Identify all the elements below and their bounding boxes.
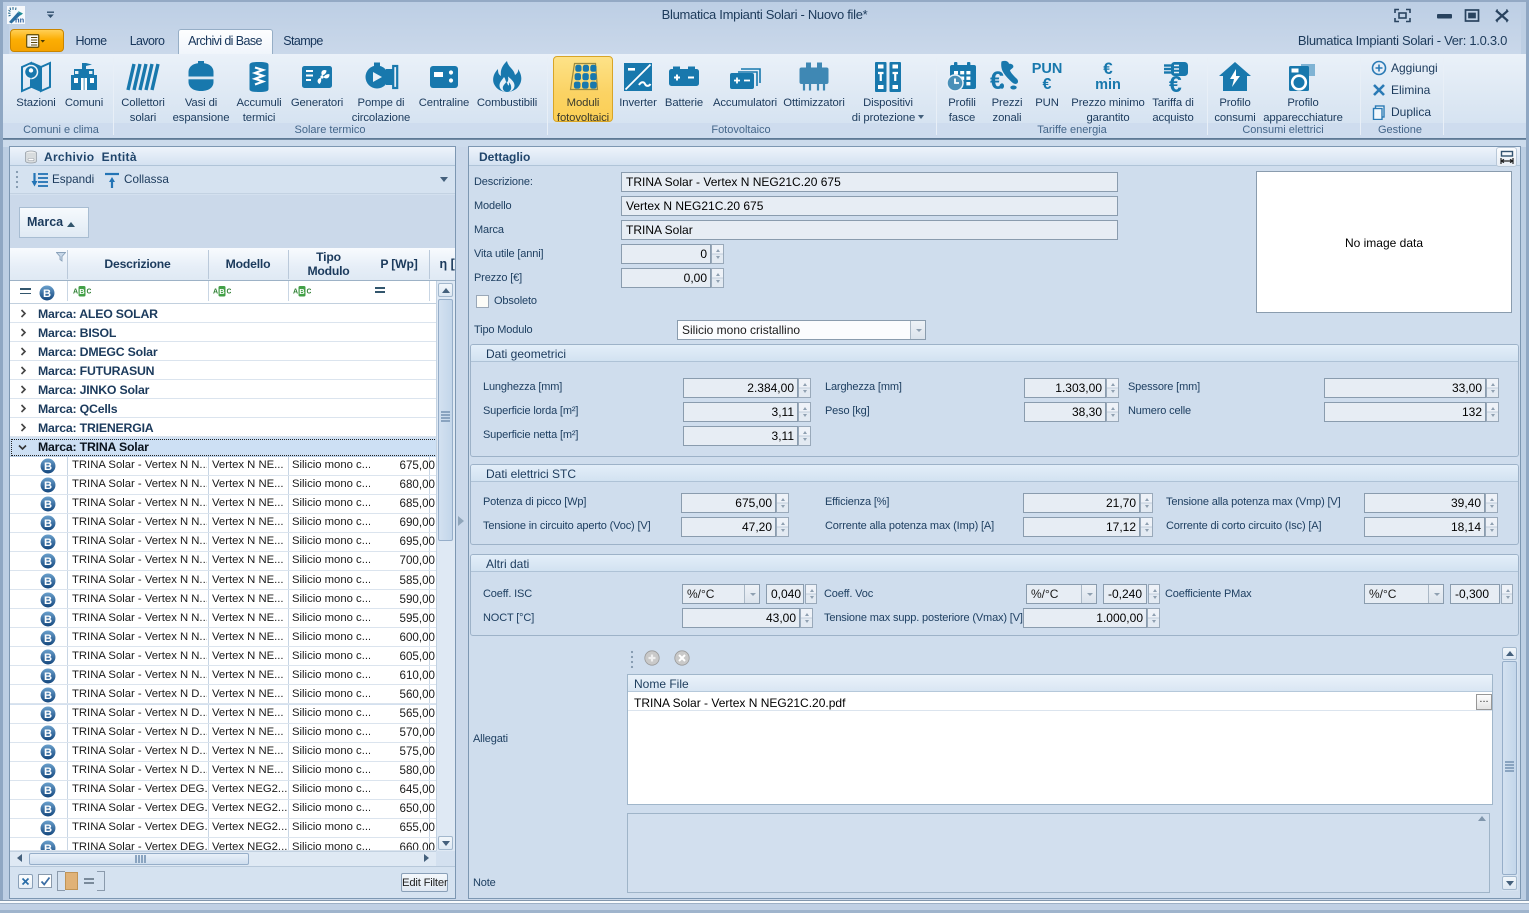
svg-text:B: B bbox=[44, 461, 52, 473]
svg-text:A: A bbox=[293, 289, 298, 296]
svg-text:C: C bbox=[307, 289, 312, 296]
svg-text:B: B bbox=[44, 537, 52, 549]
svg-text:€: € bbox=[1043, 76, 1052, 93]
svg-text:B: B bbox=[44, 747, 52, 759]
svg-text:B: B bbox=[79, 287, 85, 296]
svg-text:B: B bbox=[219, 287, 225, 296]
svg-text:€: € bbox=[990, 67, 1004, 95]
svg-text:C: C bbox=[227, 289, 232, 296]
svg-text:B: B bbox=[44, 690, 52, 702]
svg-text:B: B bbox=[44, 595, 52, 607]
svg-text:B: B bbox=[44, 480, 52, 492]
svg-text:€: € bbox=[1103, 59, 1113, 78]
svg-text:B: B bbox=[44, 576, 52, 588]
svg-text:B: B bbox=[44, 557, 52, 569]
svg-text:C: C bbox=[87, 289, 92, 296]
svg-text:B: B bbox=[44, 804, 52, 816]
svg-text:B: B bbox=[44, 766, 52, 778]
svg-text:€: € bbox=[1169, 71, 1182, 95]
svg-text:B: B bbox=[44, 614, 52, 626]
svg-text:B: B bbox=[299, 287, 305, 296]
svg-text:B: B bbox=[44, 518, 52, 530]
svg-text:B: B bbox=[44, 728, 52, 740]
svg-text:min: min bbox=[1095, 77, 1121, 93]
svg-text:B: B bbox=[44, 785, 52, 797]
svg-text:B: B bbox=[43, 288, 51, 300]
svg-text:B: B bbox=[44, 824, 52, 836]
svg-text:B: B bbox=[44, 843, 52, 851]
svg-text:B: B bbox=[44, 633, 52, 645]
svg-text:A: A bbox=[73, 289, 78, 296]
svg-text:B: B bbox=[44, 709, 52, 721]
svg-text:B: B bbox=[44, 499, 52, 511]
svg-text:A: A bbox=[213, 289, 218, 296]
svg-text:B: B bbox=[44, 671, 52, 683]
svg-text:B: B bbox=[44, 652, 52, 664]
svg-text:PUN: PUN bbox=[1032, 61, 1063, 77]
